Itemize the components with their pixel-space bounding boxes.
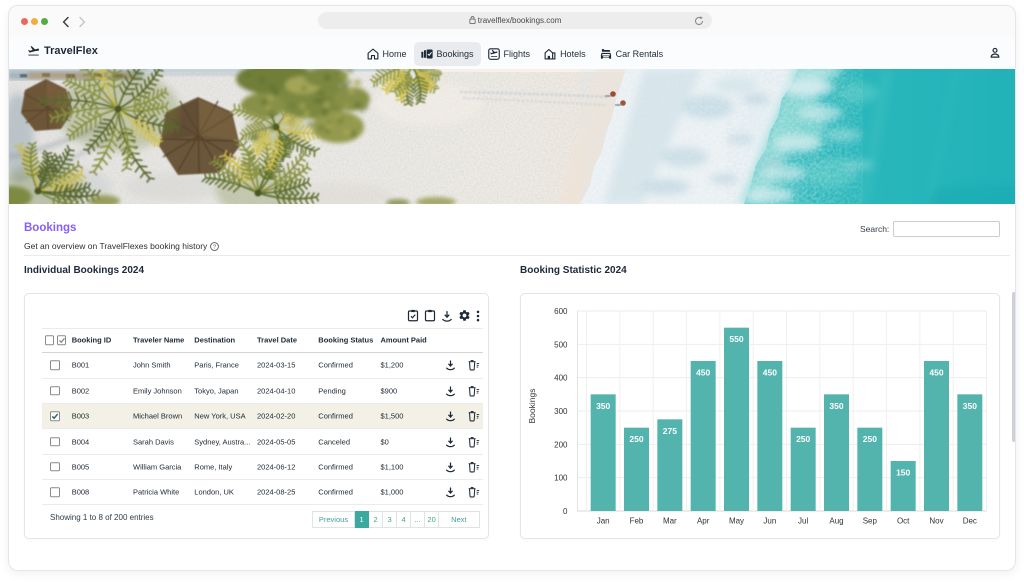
svg-text:400: 400 xyxy=(554,374,568,383)
svg-text:Jun: Jun xyxy=(763,516,776,525)
svg-text:600: 600 xyxy=(554,307,568,316)
svg-text:200: 200 xyxy=(554,440,568,449)
svg-text:450: 450 xyxy=(763,368,777,378)
svg-text:500: 500 xyxy=(554,340,568,349)
svg-text:Mar: Mar xyxy=(663,516,677,525)
svg-text:350: 350 xyxy=(829,401,843,411)
svg-text:250: 250 xyxy=(629,434,643,444)
svg-text:Sep: Sep xyxy=(863,516,878,525)
svg-text:?: ? xyxy=(213,244,216,250)
svg-text:250: 250 xyxy=(796,434,810,444)
svg-text:300: 300 xyxy=(554,407,568,416)
svg-text:0: 0 xyxy=(563,507,568,516)
svg-text:Feb: Feb xyxy=(630,516,644,525)
svg-text:Nov: Nov xyxy=(929,516,943,525)
svg-text:Dec: Dec xyxy=(963,516,977,525)
svg-text:Apr: Apr xyxy=(697,516,710,525)
svg-text:May: May xyxy=(729,516,744,525)
svg-text:Jul: Jul xyxy=(798,516,808,525)
svg-text:350: 350 xyxy=(596,401,610,411)
svg-text:Bookings: Bookings xyxy=(527,389,537,424)
svg-text:450: 450 xyxy=(696,368,710,378)
svg-text:450: 450 xyxy=(929,368,943,378)
svg-text:550: 550 xyxy=(729,334,743,344)
svg-text:350: 350 xyxy=(963,401,977,411)
svg-text:Jan: Jan xyxy=(597,516,610,525)
svg-text:100: 100 xyxy=(554,474,568,483)
svg-text:150: 150 xyxy=(896,468,910,478)
svg-text:Aug: Aug xyxy=(829,516,843,525)
svg-text:Oct: Oct xyxy=(897,516,910,525)
svg-text:250: 250 xyxy=(863,434,877,444)
svg-text:275: 275 xyxy=(663,426,677,436)
